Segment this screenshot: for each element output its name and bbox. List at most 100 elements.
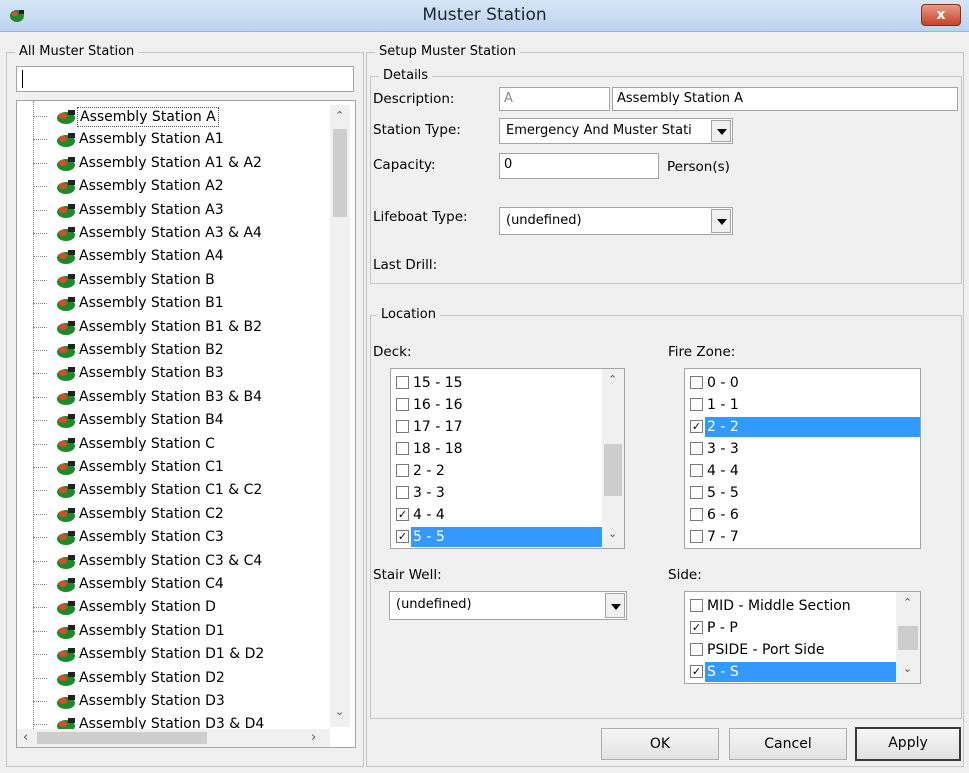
tree-item[interactable]: Assembly Station D1 & D2	[17, 643, 327, 666]
checklist-item[interactable]: ✓ 5 - 5	[394, 526, 604, 548]
tree-item[interactable]: Assembly Station A3 & A4	[17, 222, 327, 245]
lifeboat-type-dropdown-button[interactable]	[711, 209, 731, 233]
checkbox[interactable]	[396, 398, 409, 411]
tree-item[interactable]: Assembly Station C3	[17, 526, 327, 549]
tree-item[interactable]: Assembly Station B4	[17, 409, 327, 432]
checkbox[interactable]	[690, 464, 703, 477]
close-button[interactable]: x	[921, 4, 961, 26]
checklist-item[interactable]: 4 - 4	[688, 460, 920, 482]
checklist-item[interactable]: 2 - 2	[394, 460, 604, 482]
horizontal-scroll-thumb[interactable]	[37, 732, 207, 744]
checkbox[interactable]	[690, 530, 703, 543]
checklist-item[interactable]: 3 - 3	[394, 482, 604, 504]
checkbox[interactable]	[396, 486, 409, 499]
tree-item-label: Assembly Station D1	[79, 622, 225, 639]
apply-button[interactable]: Apply	[855, 727, 961, 761]
tree-item[interactable]: Assembly Station C1 & C2	[17, 479, 327, 502]
checklist-item[interactable]: 1 - 1	[688, 394, 920, 416]
side-scrollbar[interactable]: ⌃ ⌄	[896, 592, 920, 683]
ok-button[interactable]: OK	[601, 728, 719, 760]
checklist-item[interactable]: 7 - 7	[688, 526, 920, 548]
tree-item[interactable]: Assembly Station D2	[17, 667, 327, 690]
scroll-thumb[interactable]	[333, 129, 347, 217]
tree-item[interactable]: Assembly Station C2	[17, 503, 327, 526]
tree-item[interactable]: Assembly Station A1 & A2	[17, 152, 327, 175]
station-type-dropdown[interactable]: Emergency And Muster Stati	[499, 118, 733, 144]
tree-item[interactable]: Assembly Station C3 & C4	[17, 550, 327, 573]
tree-vertical-scrollbar[interactable]: ⌃ ⌄	[330, 105, 350, 727]
capacity-field[interactable]: 0	[499, 153, 659, 179]
checklist-item[interactable]: 5 - 5	[688, 482, 920, 504]
side-checklist[interactable]: MID - Middle Section ✓ P - P PSIDE - Port S…	[684, 591, 921, 684]
checkbox[interactable]	[396, 442, 409, 455]
scroll-down-icon[interactable]: ⌄	[903, 662, 912, 675]
tree-item[interactable]: Assembly Station C1	[17, 456, 327, 479]
tree-item[interactable]: Assembly Station C	[17, 433, 327, 456]
lifeboat-type-dropdown[interactable]: (undefined)	[499, 207, 733, 235]
stair-well-dropdown[interactable]: (undefined)	[389, 591, 627, 620]
checklist-item[interactable]: 17 - 17	[394, 416, 604, 438]
checklist-item[interactable]: 3 - 3	[688, 438, 920, 460]
tree-item[interactable]: Assembly Station A3	[17, 199, 327, 222]
checkbox[interactable]	[396, 376, 409, 389]
tree-item[interactable]: Assembly Station D1	[17, 620, 327, 643]
checklist-item[interactable]: MID - Middle Section	[688, 595, 896, 617]
tree-item[interactable]: Assembly Station C4	[17, 573, 327, 596]
tree-item[interactable]: Assembly Station B3 & B4	[17, 386, 327, 409]
tree-item[interactable]: Assembly Station D	[17, 596, 327, 619]
scroll-up-icon[interactable]: ⌃	[608, 373, 617, 386]
checkbox-checked-icon[interactable]: ✓	[690, 665, 703, 678]
checkbox[interactable]	[396, 464, 409, 477]
deck-scrollbar[interactable]: ⌃ ⌄	[602, 369, 624, 548]
checklist-item[interactable]: ✓ S - S	[688, 661, 896, 683]
tree-item[interactable]: Assembly Station D3	[17, 690, 327, 713]
checklist-item[interactable]: 15 - 15	[394, 372, 604, 394]
side-scroll-thumb[interactable]	[898, 626, 918, 650]
deck-checklist[interactable]: 15 - 15 16 - 16 17 - 17 18 - 18 2 - 2 3 - 3 ✓ 4…	[390, 368, 625, 549]
tree-horizontal-scrollbar[interactable]: ‹ ›	[17, 729, 330, 747]
checklist-item[interactable]: 16 - 16	[394, 394, 604, 416]
checklist-item[interactable]: 6 - 6	[688, 504, 920, 526]
checkbox[interactable]	[690, 508, 703, 521]
scroll-down-icon[interactable]: ⌄	[608, 527, 617, 540]
checklist-item[interactable]: 18 - 18	[394, 438, 604, 460]
tree-item[interactable]: Assembly Station B1	[17, 292, 327, 315]
fire-zone-checklist[interactable]: 0 - 0 1 - 1 ✓ 2 - 2 3 - 3 4 - 4 5 - 5 6 - 6 7 - …	[684, 368, 921, 549]
tree-item[interactable]: Assembly Station A1	[17, 128, 327, 151]
checkbox[interactable]	[690, 643, 703, 656]
checkbox-checked-icon[interactable]: ✓	[690, 621, 703, 634]
checklist-item[interactable]: ✓ 4 - 4	[394, 504, 604, 526]
scroll-up-icon[interactable]: ⌃	[903, 596, 912, 609]
stair-well-dropdown-button[interactable]	[605, 593, 625, 618]
checklist-item[interactable]: ✓ 2 - 2	[688, 416, 920, 438]
search-input[interactable]	[16, 66, 354, 92]
checkbox-checked-icon[interactable]: ✓	[396, 530, 409, 543]
checkbox-checked-icon[interactable]: ✓	[396, 508, 409, 521]
scroll-up-icon[interactable]: ⌃	[335, 109, 344, 122]
checklist-item[interactable]: PSIDE - Port Side	[688, 639, 896, 661]
checkbox[interactable]	[690, 599, 703, 612]
tree-item[interactable]: Assembly Station B2	[17, 339, 327, 362]
checklist-item[interactable]: ✓ P - P	[688, 617, 896, 639]
description-code-field[interactable]: A	[499, 87, 610, 111]
tree-item[interactable]: Assembly Station A4	[17, 245, 327, 268]
checkbox[interactable]	[690, 376, 703, 389]
station-type-dropdown-button[interactable]	[711, 120, 731, 142]
scroll-left-icon[interactable]: ‹	[23, 730, 28, 745]
checklist-item[interactable]: 0 - 0	[688, 372, 920, 394]
checkbox[interactable]	[690, 398, 703, 411]
checkbox[interactable]	[690, 442, 703, 455]
tree-item[interactable]: Assembly Station A	[17, 105, 327, 128]
cancel-button[interactable]: Cancel	[729, 728, 847, 760]
deck-scroll-thumb[interactable]	[604, 444, 622, 496]
tree-item[interactable]: Assembly Station A2	[17, 175, 327, 198]
scroll-down-icon[interactable]: ⌄	[335, 705, 344, 718]
checkbox[interactable]	[396, 420, 409, 433]
description-field[interactable]: Assembly Station A	[612, 87, 958, 111]
tree-item[interactable]: Assembly Station B	[17, 269, 327, 292]
tree-item[interactable]: Assembly Station B3	[17, 362, 327, 385]
checkbox-checked-icon[interactable]: ✓	[690, 420, 703, 433]
tree-item[interactable]: Assembly Station B1 & B2	[17, 316, 327, 339]
scroll-right-icon[interactable]: ›	[311, 730, 316, 745]
checkbox[interactable]	[690, 486, 703, 499]
